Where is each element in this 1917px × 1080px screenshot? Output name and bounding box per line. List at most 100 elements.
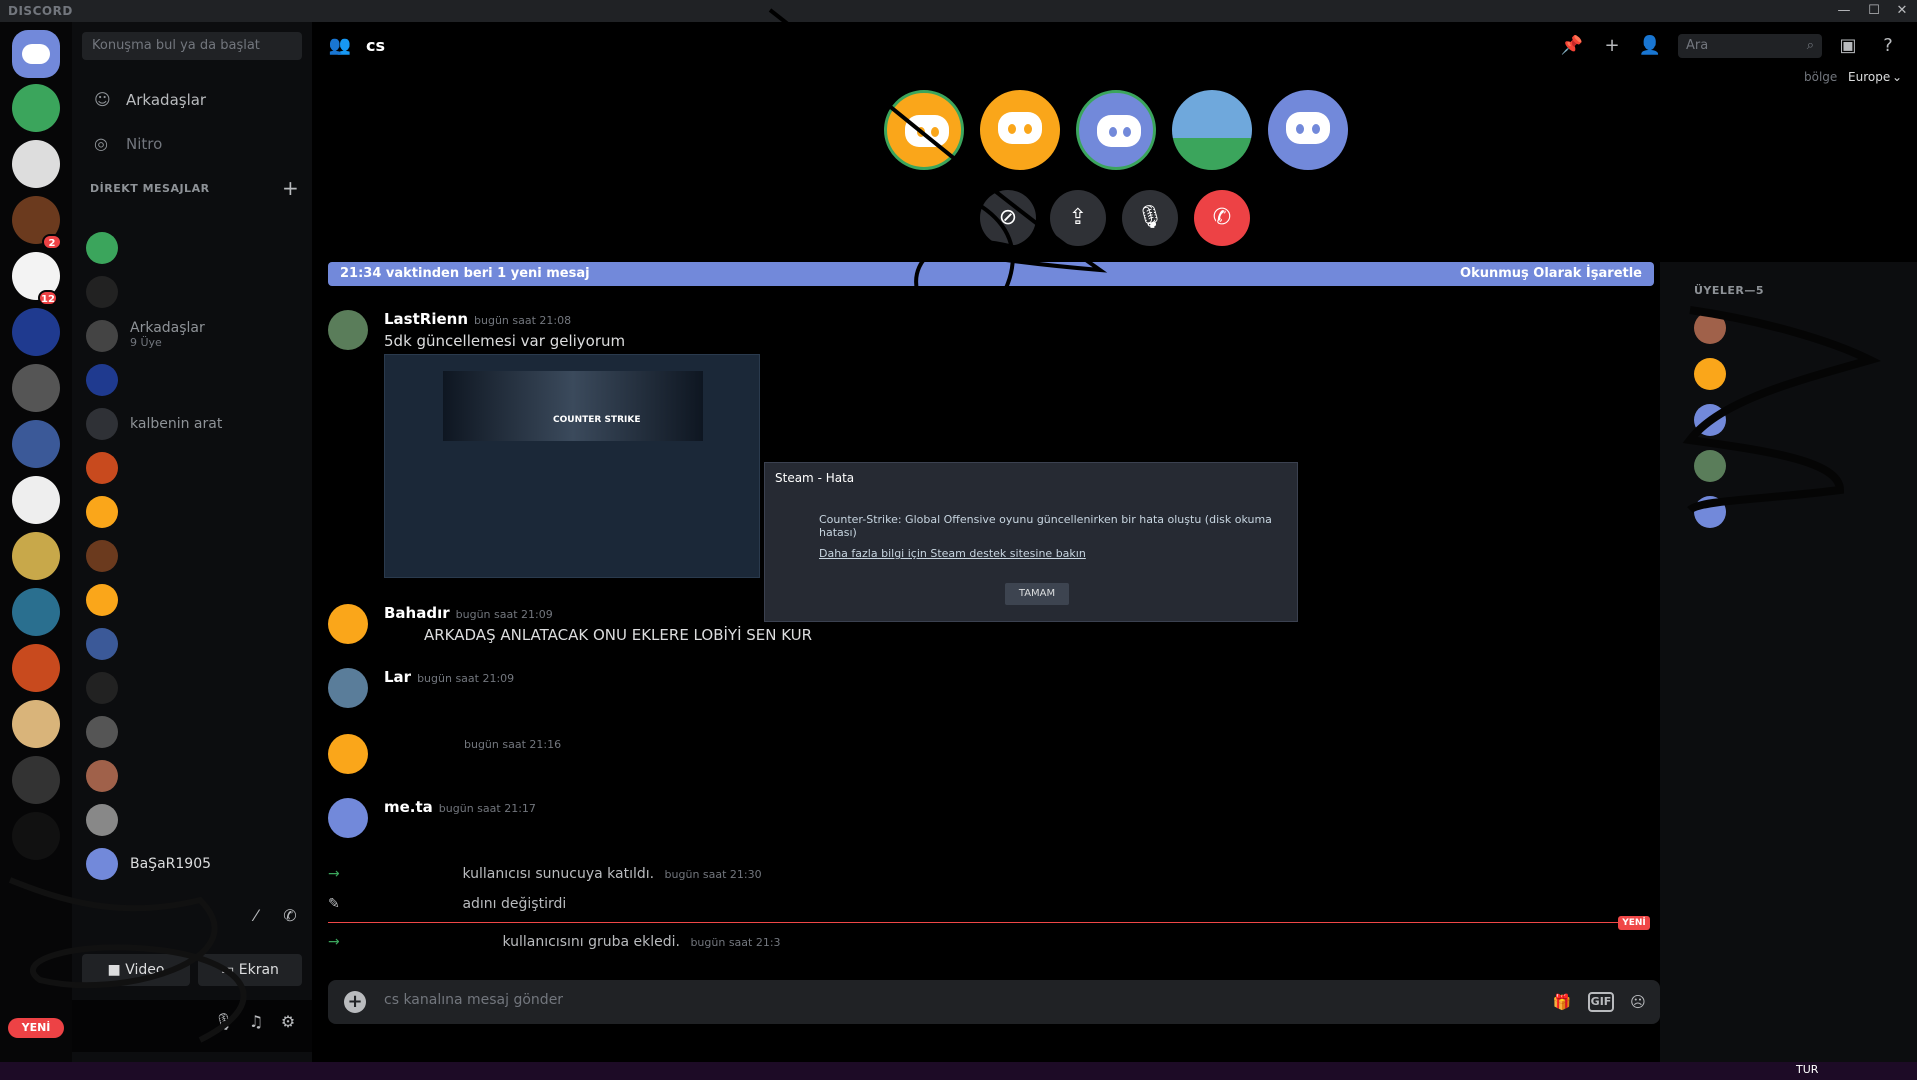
image-attachment[interactable]: COUNTER STRIKE	[384, 354, 760, 578]
server-icon[interactable]	[12, 700, 60, 748]
create-dm-button[interactable]: +	[282, 176, 299, 200]
member-avatar[interactable]	[1694, 312, 1726, 344]
message-text: ARKADAŞ ANLATACAK ONU EKLERE LOBİYİ SEN …	[424, 626, 813, 644]
new-messages-divider	[328, 922, 1618, 923]
noise-suppression-icon[interactable]: ⁄	[244, 904, 268, 928]
dm-item[interactable]	[86, 712, 296, 752]
server-icon[interactable]	[12, 812, 60, 860]
dm-item[interactable]: Arkadaşlar 9 Üye	[86, 316, 296, 356]
member-list-icon[interactable]: 👤	[1638, 34, 1662, 58]
nitro-nav[interactable]: ◎ Nitro	[86, 128, 162, 160]
system-text: kullanıcısı sunucuya katıldı.	[462, 866, 655, 882]
server-icon[interactable]	[12, 364, 60, 412]
steam-support-link[interactable]: Daha fazla bilgi için Steam destek sites…	[819, 547, 1086, 560]
message-composer[interactable]: + cs kanalına mesaj gönder 🎁 GIF ☹	[328, 980, 1660, 1024]
message-author[interactable]: Lar	[384, 668, 411, 686]
upload-plus-icon[interactable]: +	[344, 991, 366, 1013]
member-avatar[interactable]	[1694, 450, 1726, 482]
call-participant-avatar[interactable]	[1268, 90, 1348, 170]
settings-gear-icon[interactable]: ⚙	[276, 1010, 300, 1034]
dm-item[interactable]	[86, 272, 296, 312]
server-icon[interactable]	[12, 644, 60, 692]
add-friend-icon[interactable]: +	[1600, 34, 1624, 58]
leave-call-button[interactable]: ✆	[1194, 190, 1250, 246]
camera-toggle-button[interactable]: ⊘	[980, 190, 1036, 246]
dm-name: BaŞaR1905	[130, 856, 212, 872]
emoji-icon[interactable]: ☹	[1626, 990, 1650, 1014]
avatar	[86, 672, 118, 704]
region-select[interactable]: Europe	[1848, 70, 1890, 84]
message-input[interactable]: cs kanalına mesaj gönder	[384, 992, 563, 1008]
search-input[interactable]: Ara ⌕	[1678, 34, 1822, 58]
screen-share-button[interactable]: ▭ Ekran	[198, 954, 302, 986]
server-icon[interactable]	[12, 140, 60, 188]
gift-icon[interactable]: 🎁	[1550, 990, 1574, 1014]
help-icon[interactable]: ?	[1876, 34, 1900, 58]
server-icon[interactable]	[12, 532, 60, 580]
message-author[interactable]: Bahadır	[384, 604, 450, 622]
call-participant-avatar[interactable]	[980, 90, 1060, 170]
call-participant-avatar[interactable]	[1076, 90, 1156, 170]
message-author[interactable]: me.ta	[384, 798, 433, 816]
chevron-down-icon: ⌄	[1892, 70, 1903, 84]
server-icon[interactable]	[12, 756, 60, 804]
microphone-button[interactable]: 🎙	[1122, 190, 1178, 246]
avatar[interactable]	[328, 604, 368, 644]
server-icon[interactable]	[12, 420, 60, 468]
video-icon: ■	[107, 962, 126, 978]
pin-icon[interactable]: 📌	[1560, 34, 1584, 58]
home-button[interactable]	[12, 30, 60, 78]
ok-button[interactable]: TAMAM	[1005, 583, 1069, 605]
unread-badge: 2	[42, 234, 62, 250]
dm-header: DİREKT MESAJLAR	[90, 182, 210, 195]
server-icon[interactable]	[12, 588, 60, 636]
member-avatar[interactable]	[1694, 404, 1726, 436]
avatar	[86, 408, 118, 440]
friends-nav[interactable]: ☺ Arkadaşlar	[86, 84, 206, 116]
dm-item[interactable]	[86, 800, 296, 840]
find-conversation-input[interactable]: Konuşma bul ya da başlat	[82, 32, 302, 60]
dm-item[interactable]	[86, 668, 296, 708]
inbox-icon[interactable]: ▣	[1836, 34, 1860, 58]
message-author[interactable]: LastRienn	[384, 310, 468, 328]
call-participant-avatar[interactable]	[1172, 90, 1252, 170]
headset-icon[interactable]: ♫	[244, 1010, 268, 1034]
call-participant-avatar[interactable]	[884, 90, 964, 170]
close-window-button[interactable]: ✕	[1888, 0, 1916, 22]
server-icon[interactable]	[12, 308, 60, 356]
avatar[interactable]	[328, 310, 368, 350]
avatar	[86, 452, 118, 484]
new-messages-bar[interactable]: 21:34 vaktinden beri 1 yeni mesaj Okunmu…	[328, 262, 1654, 286]
member-avatar[interactable]	[1694, 496, 1726, 528]
maximize-button[interactable]: ☐	[1860, 0, 1888, 22]
server-icon[interactable]	[12, 476, 60, 524]
chat-header: 👥 cs 📌 + 👤	[312, 22, 1662, 70]
video-button[interactable]: ■ Video	[82, 954, 190, 986]
input-language[interactable]: TUR	[1796, 1063, 1818, 1076]
dm-item[interactable]: BaŞaR1905	[86, 844, 296, 884]
system-text: adını değiştirdi	[462, 896, 567, 912]
dm-item[interactable]	[86, 756, 296, 796]
avatar[interactable]	[328, 668, 368, 708]
dm-item[interactable]: kalbenin arat	[86, 404, 296, 444]
mark-as-read-button[interactable]: Okunmuş Olarak İşaretle	[1460, 262, 1642, 286]
server-icon[interactable]	[12, 84, 60, 132]
discord-logo-icon	[1097, 115, 1141, 147]
dm-item[interactable]	[86, 360, 296, 400]
avatar[interactable]	[328, 734, 368, 774]
gif-button[interactable]: GIF	[1588, 992, 1614, 1012]
disconnect-icon[interactable]: ✆	[278, 904, 302, 928]
nitro-icon: ◎	[94, 134, 108, 153]
dm-item[interactable]	[86, 624, 296, 664]
mute-icon[interactable]: 🎙	[212, 1010, 236, 1034]
avatar[interactable]	[328, 798, 368, 838]
dm-item[interactable]	[86, 536, 296, 576]
screen-share-call-button[interactable]: ⇪	[1050, 190, 1106, 246]
dm-item[interactable]	[86, 448, 296, 488]
system-message: → kullanıcısını gruba ekledi. bugün saat…	[328, 934, 781, 950]
member-avatar[interactable]	[1694, 358, 1726, 390]
dm-item[interactable]	[86, 580, 296, 620]
dm-item[interactable]	[86, 228, 296, 268]
dm-item[interactable]	[86, 492, 296, 532]
minimize-button[interactable]: —	[1830, 0, 1858, 22]
